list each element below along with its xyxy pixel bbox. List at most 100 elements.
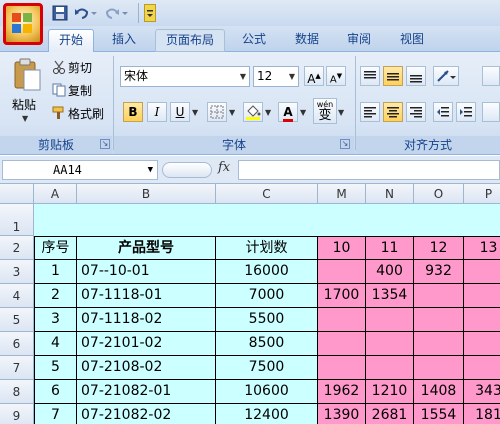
table-cell[interactable] xyxy=(318,332,366,356)
row-header-6[interactable]: 6 xyxy=(0,332,34,356)
fill-color-button[interactable] xyxy=(243,102,263,122)
tab-view[interactable]: 视图 xyxy=(390,29,434,52)
underline-dropdown-icon[interactable]: ▼ xyxy=(192,108,198,117)
table-cell[interactable]: 10600 xyxy=(216,380,318,404)
formula-bar-splitter[interactable] xyxy=(162,162,212,178)
font-size-dropdown-icon[interactable]: ▼ xyxy=(289,67,295,86)
table-cell[interactable]: 2 xyxy=(34,284,77,308)
header-cell[interactable]: 产品型号 xyxy=(77,236,216,260)
header-cell[interactable]: 11 xyxy=(366,236,414,260)
table-cell[interactable]: 8500 xyxy=(216,332,318,356)
table-cell[interactable]: 1354 xyxy=(366,284,414,308)
borders-dropdown-icon[interactable]: ▼ xyxy=(229,108,235,117)
phonetic-button[interactable]: wén 变 xyxy=(313,98,337,124)
table-cell[interactable] xyxy=(414,308,464,332)
font-color-button[interactable]: A xyxy=(278,102,298,122)
table-cell[interactable]: 1210 xyxy=(366,380,414,404)
table-cell[interactable]: 1962 xyxy=(318,380,366,404)
font-name-combo[interactable]: 宋体 ▼ xyxy=(120,66,250,87)
row-header-4[interactable]: 4 xyxy=(0,284,34,308)
table-cell[interactable] xyxy=(464,308,500,332)
table-cell[interactable] xyxy=(366,332,414,356)
table-cell[interactable]: 6 xyxy=(34,380,77,404)
table-cell[interactable]: 2681 xyxy=(366,404,414,424)
table-cell[interactable]: 343 xyxy=(464,380,500,404)
tab-data[interactable]: 数据 xyxy=(285,29,329,52)
table-cell[interactable] xyxy=(414,284,464,308)
tab-insert[interactable]: 插入 xyxy=(100,29,148,52)
table-cell[interactable]: 932 xyxy=(414,260,464,284)
table-cell[interactable] xyxy=(464,284,500,308)
clipboard-launcher-icon[interactable]: ↘ xyxy=(100,139,110,149)
insert-function-icon[interactable]: fx xyxy=(218,160,230,175)
column-header-a[interactable]: A xyxy=(34,184,77,204)
header-cell[interactable]: 序号 xyxy=(34,236,77,260)
align-right-button[interactable] xyxy=(406,102,426,122)
header-cell[interactable]: 计划数 xyxy=(216,236,318,260)
table-cell[interactable] xyxy=(318,356,366,380)
table-cell[interactable]: 07-2108-02 xyxy=(77,356,216,380)
row-header-8[interactable]: 8 xyxy=(0,380,34,404)
row-header-9[interactable]: 9 xyxy=(0,404,34,424)
align-left-button[interactable] xyxy=(360,102,380,122)
redo-icon[interactable] xyxy=(104,5,120,21)
table-cell[interactable]: 12400 xyxy=(216,404,318,424)
table-cell[interactable] xyxy=(414,332,464,356)
merge-center-button[interactable] xyxy=(482,102,500,122)
table-cell[interactable] xyxy=(318,260,366,284)
borders-button[interactable] xyxy=(207,102,227,122)
header-cell[interactable]: 13 xyxy=(464,236,500,260)
row-header-5[interactable]: 5 xyxy=(0,308,34,332)
bold-button[interactable]: B xyxy=(123,102,143,122)
table-cell[interactable]: 5500 xyxy=(216,308,318,332)
column-header-b[interactable]: B xyxy=(77,184,216,204)
select-all-corner[interactable] xyxy=(0,184,34,204)
table-cell[interactable]: 3 xyxy=(34,308,77,332)
font-name-dropdown-icon[interactable]: ▼ xyxy=(240,67,246,86)
table-cell[interactable]: 1554 xyxy=(414,404,464,424)
table-cell[interactable]: 7500 xyxy=(216,356,318,380)
table-cell[interactable] xyxy=(366,308,414,332)
tab-formulas[interactable]: 公式 xyxy=(232,29,276,52)
undo-icon[interactable] xyxy=(74,5,90,21)
header-cell[interactable]: 12 xyxy=(414,236,464,260)
header-cell[interactable]: 10 xyxy=(318,236,366,260)
column-header-o[interactable]: O xyxy=(414,184,464,204)
table-cell[interactable]: 7 xyxy=(34,404,77,424)
font-launcher-icon[interactable]: ↘ xyxy=(340,139,350,149)
font-color-dropdown-icon[interactable]: ▼ xyxy=(300,108,306,117)
table-cell[interactable]: 1 xyxy=(34,260,77,284)
table-cell[interactable]: 181 xyxy=(464,404,500,424)
save-icon[interactable] xyxy=(52,5,68,21)
phonetic-dropdown-icon[interactable]: ▼ xyxy=(338,108,344,117)
table-cell[interactable]: 400 xyxy=(366,260,414,284)
table-cell[interactable]: 1408 xyxy=(414,380,464,404)
align-middle-button[interactable] xyxy=(383,66,403,86)
format-painter-button[interactable]: 格式刷 xyxy=(52,104,104,124)
align-top-button[interactable] xyxy=(360,66,380,86)
table-cell[interactable]: 07--10-01 xyxy=(77,260,216,284)
table-cell[interactable]: 5 xyxy=(34,356,77,380)
increase-indent-button[interactable] xyxy=(456,102,476,122)
copy-button[interactable]: 复制 xyxy=(52,81,92,101)
name-box[interactable]: AA14 ▼ xyxy=(2,160,158,180)
underline-button[interactable]: U xyxy=(170,102,190,122)
table-cell[interactable]: 07-21082-01 xyxy=(77,380,216,404)
fill-color-dropdown-icon[interactable]: ▼ xyxy=(265,108,271,117)
cut-button[interactable]: 剪切 xyxy=(52,58,92,78)
table-cell[interactable] xyxy=(464,356,500,380)
column-header-c[interactable]: C xyxy=(216,184,318,204)
name-box-dropdown-icon[interactable]: ▼ xyxy=(148,161,153,179)
align-center-button[interactable] xyxy=(383,102,403,122)
orientation-button[interactable] xyxy=(433,66,459,86)
redo-dropdown-icon[interactable] xyxy=(121,5,129,21)
table-cell[interactable] xyxy=(464,260,500,284)
office-button[interactable] xyxy=(3,3,43,45)
column-header-p[interactable]: P xyxy=(464,184,500,204)
table-cell[interactable] xyxy=(366,356,414,380)
wrap-text-button[interactable] xyxy=(482,66,500,86)
undo-dropdown-icon[interactable] xyxy=(90,5,98,21)
italic-button[interactable]: I xyxy=(147,102,167,122)
align-bottom-button[interactable] xyxy=(406,66,426,86)
row-header-1[interactable]: 1 xyxy=(0,204,34,236)
